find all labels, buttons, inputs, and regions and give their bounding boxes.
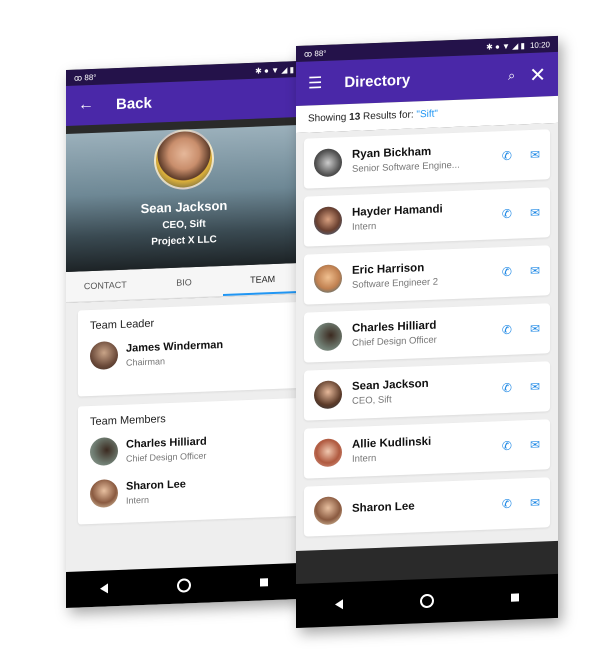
avatar [314, 206, 342, 236]
email-icon[interactable]: ✉ [530, 148, 540, 162]
team-leader-heading: Team Leader [90, 317, 155, 333]
person-role: Intern [352, 452, 377, 465]
person-role: Intern [126, 494, 150, 506]
person-role: Senior Software Engine... [352, 159, 460, 175]
person-name: Charles Hilliard [352, 319, 437, 335]
clock: 10:20 [529, 39, 550, 50]
person-role: Software Engineer 2 [352, 276, 439, 291]
avatar [90, 437, 118, 467]
list-item[interactable]: Charles Hilliard Chief Design Officer ✆ ✉ [304, 303, 550, 363]
email-icon[interactable]: ✉ [530, 438, 540, 452]
search-icon[interactable]: ⌕ [508, 68, 515, 84]
email-icon[interactable]: ✉ [530, 496, 540, 510]
system-nav-bar [296, 573, 558, 628]
status-icons: ✱ ● ▼ ◢ ▮ [255, 64, 294, 76]
phone-icon[interactable]: ✆ [502, 439, 512, 453]
avatar [314, 380, 342, 410]
profile-header: Sean Jackson CEO, Sift Project X LLC [66, 124, 302, 272]
list-item[interactable]: Allie Kudlinski Intern ✆ ✉ [304, 419, 550, 479]
team-leader-card: Team Leader James Winderman Chairman [78, 301, 302, 397]
close-icon[interactable]: ✕ [529, 62, 546, 88]
person-role: Chief Design Officer [126, 450, 207, 464]
person-role: CEO, Sift [352, 394, 392, 407]
tab-team[interactable]: TEAM [223, 263, 302, 296]
phone-icon[interactable]: ✆ [502, 207, 512, 221]
directory-screen: ꝏ 88° ✱ ● ▼ ◢ ▮ 10:20 ☰ Directory ⌕ ✕ Sh… [296, 35, 558, 628]
phone-icon[interactable]: ✆ [502, 497, 512, 511]
profile-company: Project X LLC [151, 234, 217, 248]
voicemail-temp: ꝏ 88° [304, 48, 327, 59]
person-role: Intern [352, 220, 377, 233]
nav-recents-icon[interactable] [511, 593, 520, 602]
avatar [314, 264, 342, 294]
nav-back-icon[interactable] [100, 583, 109, 594]
voicemail-temp: ꝏ 88° [74, 72, 97, 83]
list-item[interactable]: Hayder Hamandi Intern ✆ ✉ [304, 187, 550, 247]
person-name: Sharon Lee [352, 499, 415, 515]
tab-contact[interactable]: CONTACT [66, 269, 145, 302]
avatar [314, 496, 342, 526]
app-bar: ← Back [66, 76, 302, 126]
team-members-card: Team Members Charles Hilliard Chief Desi… [78, 397, 302, 525]
avatar [314, 148, 342, 178]
back-label[interactable]: Back [116, 94, 152, 112]
email-icon[interactable]: ✉ [530, 380, 540, 394]
avatar [314, 322, 342, 352]
team-leader-item[interactable]: James Winderman Chairman [90, 334, 290, 371]
result-count: 13 [349, 111, 361, 123]
nav-home-icon[interactable] [176, 578, 191, 593]
nav-recents-icon[interactable] [259, 578, 268, 587]
list-item[interactable]: Eric Harrison Software Engineer 2 ✆ ✉ [304, 245, 550, 305]
profile-screen: ꝏ 88° ✱ ● ▼ ◢ ▮ ← Back Sean Jackson CEO,… [66, 60, 302, 609]
person-role: Chief Design Officer [352, 334, 437, 349]
person-name: Allie Kudlinski [352, 435, 432, 451]
avatar [90, 341, 118, 371]
team-member-item[interactable]: Charles Hilliard Chief Design Officer [90, 430, 290, 467]
team-content: Team Leader James Winderman Chairman Tea… [66, 293, 302, 609]
person-name: Charles Hilliard [126, 435, 207, 451]
list-item[interactable]: Sean Jackson CEO, Sift ✆ ✉ [304, 361, 550, 421]
phone-icon[interactable]: ✆ [502, 149, 512, 163]
system-nav-bar [66, 562, 302, 608]
phone-icon[interactable]: ✆ [502, 265, 512, 279]
search-query: "Sift" [416, 108, 438, 121]
nav-home-icon[interactable] [419, 593, 434, 609]
tab-bio[interactable]: BIO [145, 266, 224, 299]
avatar [314, 438, 342, 468]
person-name: Ryan Bickham [352, 145, 432, 161]
person-name: Sean Jackson [352, 377, 429, 393]
team-members-heading: Team Members [90, 413, 166, 429]
phone-icon[interactable]: ✆ [502, 381, 512, 395]
menu-icon[interactable]: ☰ [308, 73, 322, 94]
directory-list[interactable]: Ryan Bickham Senior Software Engine... ✆ ✉… [296, 122, 558, 552]
person-name: Eric Harrison [352, 262, 425, 277]
status-icons: ✱ ● ▼ ◢ ▮ 10:20 [486, 39, 550, 52]
person-name: Hayder Hamandi [352, 203, 443, 219]
profile-avatar [154, 128, 214, 191]
nav-back-icon[interactable] [334, 599, 343, 610]
person-name: Sharon Lee [126, 477, 186, 493]
email-icon[interactable]: ✉ [530, 264, 540, 278]
email-icon[interactable]: ✉ [530, 322, 540, 336]
email-icon[interactable]: ✉ [530, 206, 540, 220]
team-member-item[interactable]: Sharon Lee Intern [90, 472, 290, 509]
page-title: Directory [344, 71, 411, 91]
list-item[interactable]: Sharon Lee ✆ ✉ [304, 477, 550, 537]
phone-icon[interactable]: ✆ [502, 323, 512, 337]
back-arrow-icon[interactable]: ← [78, 96, 94, 115]
person-name: James Winderman [126, 338, 224, 355]
avatar [90, 479, 118, 509]
person-role: Chairman [126, 355, 166, 368]
list-item[interactable]: Ryan Bickham Senior Software Engine... ✆ ✉ [304, 129, 550, 189]
